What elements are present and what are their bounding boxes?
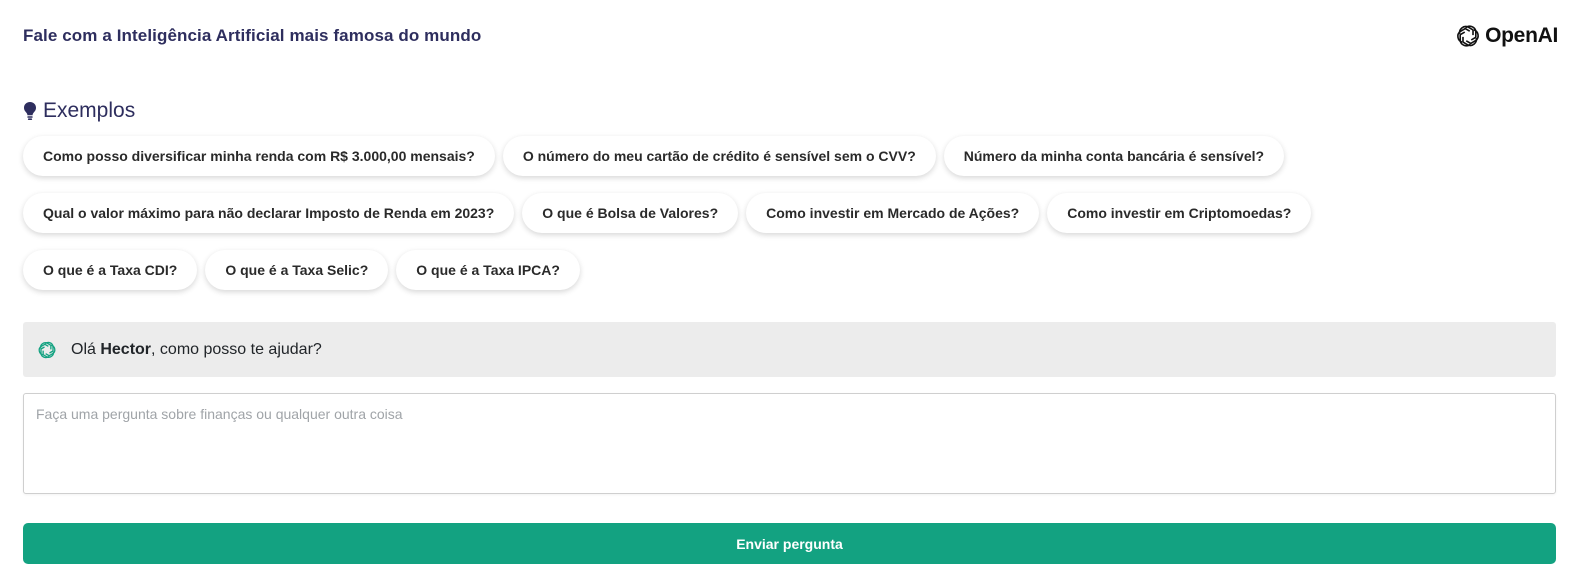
example-chip[interactable]: O que é a Taxa IPCA? (396, 250, 580, 290)
examples-row-3: O que é a Taxa CDI? O que é a Taxa Selic… (23, 250, 1556, 290)
example-chip[interactable]: O que é a Taxa CDI? (23, 250, 198, 290)
examples-row-1: Como posso diversificar minha renda com … (23, 136, 1556, 176)
header: Fale com a Inteligência Artificial mais … (23, 0, 1558, 72)
greeting-text: Olá Hector, como posso te ajudar? (71, 341, 322, 359)
lightbulb-icon (23, 101, 37, 121)
submit-question-button[interactable]: Enviar pergunta (23, 523, 1556, 564)
brand-name: OpenAI (1485, 24, 1558, 47)
examples-row-2: Qual o valor máximo para não declarar Im… (23, 193, 1556, 233)
example-chip[interactable]: O número do meu cartão de crédito é sens… (502, 136, 936, 176)
page: Fale com a Inteligência Artificial mais … (0, 0, 1579, 585)
assistant-greeting: Olá Hector, como posso te ajudar? (23, 322, 1556, 377)
greeting-user-name: Hector (100, 340, 152, 358)
examples-heading: Exemplos (23, 96, 1556, 126)
example-chip[interactable]: Qual o valor máximo para não declarar Im… (23, 193, 515, 233)
greeting-prefix: Olá (71, 340, 101, 358)
examples-title: Exemplos (43, 99, 136, 122)
brand-logo[interactable]: OpenAI (1455, 23, 1558, 49)
openai-logo-icon (1455, 23, 1481, 49)
chatgpt-icon (37, 340, 57, 360)
question-input[interactable] (23, 393, 1556, 494)
example-chip[interactable]: Como posso diversificar minha renda com … (23, 136, 495, 176)
example-chip[interactable]: Como investir em Mercado de Ações? (746, 193, 1040, 233)
example-chip[interactable]: Número da minha conta bancária é sensíve… (943, 136, 1285, 176)
example-chip[interactable]: Como investir em Criptomoedas? (1047, 193, 1312, 233)
greeting-suffix: , como posso te ajudar? (151, 340, 322, 358)
example-chip[interactable]: O que é a Taxa Selic? (205, 250, 389, 290)
example-chip[interactable]: O que é Bolsa de Valores? (522, 193, 739, 233)
page-title: Fale com a Inteligência Artificial mais … (23, 26, 482, 45)
